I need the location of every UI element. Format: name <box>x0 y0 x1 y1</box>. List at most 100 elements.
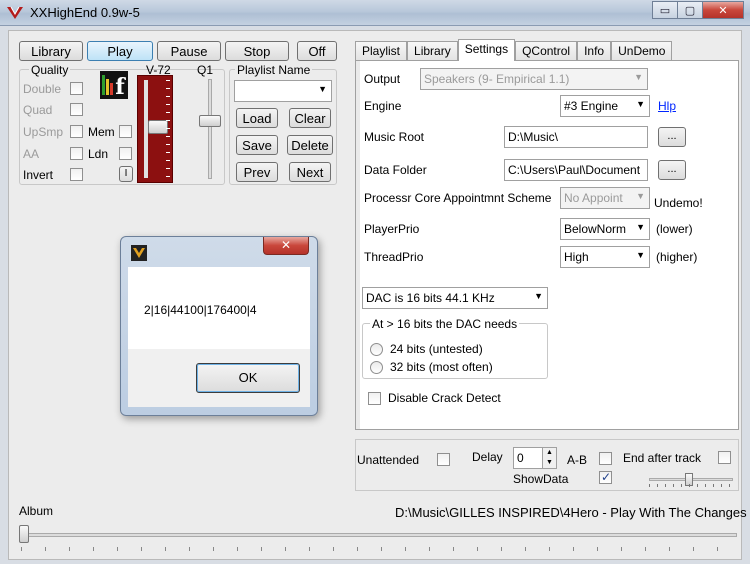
ldn-checkbox[interactable] <box>119 147 132 160</box>
dac-group-title: At > 16 bits the DAC needs <box>370 317 520 331</box>
data-folder-field[interactable]: C:\Users\Paul\Document <box>504 159 648 181</box>
album-progress-track[interactable] <box>21 533 737 537</box>
core-scheme-value: No Appoint <box>564 191 623 205</box>
player-prio-dropdown[interactable]: BelowNorm ▼ <box>560 218 650 240</box>
stop-button[interactable]: Stop <box>225 41 289 61</box>
dialog-footer: OK <box>128 349 310 407</box>
music-root-label: Music Root <box>364 130 425 144</box>
svg-text:f: f <box>115 74 126 99</box>
q1-slider-thumb[interactable] <box>199 115 221 127</box>
window-controls: ▭ ▢ ✕ <box>652 1 744 19</box>
q1-slider-track[interactable] <box>208 79 212 179</box>
tab-playlist[interactable]: Playlist <box>355 41 408 61</box>
ok-button[interactable]: OK <box>196 363 300 393</box>
dac-value: DAC is 16 bits 44.1 KHz <box>366 291 495 305</box>
tab-qcontrol[interactable]: QControl <box>515 41 578 61</box>
dialog-message: 2|16|44100|176400|4 <box>144 303 257 317</box>
playlist-name-label: Playlist Name <box>235 63 313 77</box>
core-scheme-dropdown[interactable]: No Appoint ▼ <box>560 187 650 209</box>
invert-checkbox[interactable] <box>70 168 83 181</box>
play-button[interactable]: Play <box>87 41 153 61</box>
chevron-down-icon: ▼ <box>636 250 645 260</box>
next-button[interactable]: Next <box>289 162 331 182</box>
delay-value: 0 <box>517 451 524 465</box>
double-checkbox[interactable] <box>70 82 83 95</box>
chevron-down-icon: ▼ <box>634 72 643 82</box>
engine-dropdown[interactable]: #3 Engine ▼ <box>560 95 650 117</box>
xx-logo-icon <box>131 245 147 261</box>
album-progress-thumb[interactable] <box>19 525 29 543</box>
pause-button[interactable]: Pause <box>157 41 221 61</box>
maximize-button[interactable]: ▢ <box>677 1 703 19</box>
aa-label: AA <box>23 147 40 161</box>
upsmp-label: UpSmp <box>23 125 64 139</box>
tab-undemo[interactable]: UnDemo <box>611 41 673 61</box>
tab-info[interactable]: Info <box>577 41 612 61</box>
dialog-body: 2|16|44100|176400|4 <box>128 267 310 349</box>
track-slider[interactable] <box>649 473 733 487</box>
panel-scrollbar[interactable] <box>356 61 360 429</box>
mem-checkbox[interactable] <box>119 125 132 138</box>
settings-panel: Output Speakers (9- Empirical 1.1) ▼ Eng… <box>355 60 739 430</box>
music-root-browse-button[interactable]: ... <box>658 127 686 147</box>
tab-library[interactable]: Library <box>407 41 458 61</box>
radio-24-bits[interactable] <box>370 343 383 356</box>
end-after-track-checkbox[interactable] <box>718 451 731 464</box>
end-after-track-label: End after track <box>623 451 702 465</box>
library-button[interactable]: Library <box>19 41 83 61</box>
load-button[interactable]: Load <box>236 108 278 128</box>
volume-meter[interactable] <box>137 75 173 183</box>
core-scheme-label: Processr Core Appointmnt Scheme <box>364 191 552 205</box>
delay-spinner[interactable]: 0 ▲ ▼ <box>513 447 557 469</box>
off-button[interactable]: Off <box>297 41 337 61</box>
clear-button[interactable]: Clear <box>289 108 331 128</box>
volume-slider-thumb[interactable] <box>148 120 168 134</box>
info-small-button[interactable]: I <box>119 166 133 182</box>
chevron-down-icon: ▼ <box>534 291 543 301</box>
delete-button[interactable]: Delete <box>287 135 333 155</box>
disable-crack-checkbox[interactable] <box>368 392 381 405</box>
showdata-label: ShowData <box>513 472 569 486</box>
quad-checkbox[interactable] <box>70 103 83 116</box>
minimize-button[interactable]: ▭ <box>652 1 678 19</box>
quality-title: Quality <box>29 63 71 77</box>
upsmp-checkbox[interactable] <box>70 125 83 138</box>
f-meter-logo-icon: f <box>100 71 128 99</box>
dac-dropdown[interactable]: DAC is 16 bits 44.1 KHz ▼ <box>362 287 548 309</box>
tab-settings[interactable]: Settings <box>457 39 516 61</box>
aa-checkbox[interactable] <box>70 147 83 160</box>
radio-24-label: 24 bits (untested) <box>390 342 483 356</box>
message-dialog: ✕ 2|16|44100|176400|4 OK <box>120 236 318 416</box>
close-icon: ✕ <box>718 4 728 17</box>
title-bar: XXHighEnd 0.9w-5 ▭ ▢ ✕ <box>0 0 750 26</box>
ab-checkbox[interactable] <box>599 452 612 465</box>
unattended-checkbox[interactable] <box>437 453 450 466</box>
player-prio-label: PlayerPrio <box>364 222 420 236</box>
music-root-field[interactable]: D:\Music\ <box>504 126 648 148</box>
thread-prio-dropdown[interactable]: High ▼ <box>560 246 650 268</box>
tab-strip: Playlist Library Settings QControl Info … <box>355 39 673 61</box>
dialog-close-button[interactable]: ✕ <box>263 237 309 255</box>
close-button[interactable]: ✕ <box>702 1 744 19</box>
showdata-checkbox[interactable] <box>599 470 612 484</box>
radio-32-bits[interactable] <box>370 361 383 374</box>
album-progress-ticks <box>21 547 737 551</box>
save-button[interactable]: Save <box>236 135 278 155</box>
help-link[interactable]: Hlp <box>658 99 676 113</box>
chevron-down-icon: ▼ <box>636 99 645 109</box>
quad-label: Quad <box>23 103 53 117</box>
data-folder-browse-button[interactable]: ... <box>658 160 686 180</box>
undemo-label: Undemo! <box>654 196 703 210</box>
q1-label: Q1 <box>197 63 214 77</box>
playlist-name-dropdown[interactable]: ▼ <box>234 80 332 102</box>
data-folder-label: Data Folder <box>364 163 427 177</box>
output-dropdown[interactable]: Speakers (9- Empirical 1.1) ▼ <box>420 68 648 90</box>
chevron-down-icon: ▼ <box>636 222 645 232</box>
output-value: Speakers (9- Empirical 1.1) <box>424 72 570 86</box>
spinner-arrows-icon[interactable]: ▲ ▼ <box>542 448 556 468</box>
prev-button[interactable]: Prev <box>236 162 278 182</box>
invert-label: Invert <box>23 168 54 182</box>
chevron-down-icon: ▼ <box>636 191 645 201</box>
disable-crack-label: Disable Crack Detect <box>388 391 501 405</box>
player-prio-note: (lower) <box>656 222 693 236</box>
